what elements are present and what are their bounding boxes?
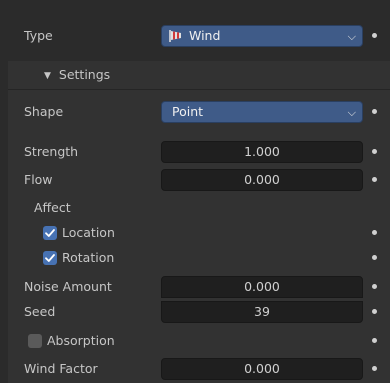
animate-property-dot[interactable] [372,149,377,154]
absorption-checkbox[interactable] [28,334,42,348]
wind-factor-row: Wind Factor 0.000 [0,358,390,380]
shape-dropdown[interactable]: Point ⌵ [161,101,363,123]
location-checkbox[interactable] [43,226,57,240]
location-label: Location [62,225,115,240]
type-row: Type Wind ⌵ [0,25,390,47]
animate-property-dot[interactable] [372,284,377,289]
chevron-down-icon: ⌵ [347,106,356,119]
force-field-panel: Type Wind ⌵ ▼ Settings Shape Point ⌵ Str… [0,0,390,383]
strength-label: Strength [24,144,79,159]
checkmark-icon [45,229,55,237]
location-row[interactable]: Location [0,222,390,244]
type-dropdown[interactable]: Wind ⌵ [161,25,363,47]
flow-field[interactable]: 0.000 [161,169,363,191]
animate-property-dot[interactable] [372,309,377,314]
animate-property-dot[interactable] [372,109,377,114]
affect-label: Affect [34,200,71,215]
shape-label: Shape [24,104,64,119]
animate-property-dot[interactable] [372,177,377,182]
rotation-checkbox[interactable] [43,251,57,265]
strength-field[interactable]: 1.000 [161,141,363,163]
checkmark-icon [45,254,55,262]
shape-value: Point [172,104,204,119]
seed-row: Seed 39 [0,301,390,323]
noise-amount-field[interactable]: 0.000 [161,276,363,298]
noise-amount-row: Noise Amount 0.000 [0,276,390,298]
flow-row: Flow 0.000 [0,169,390,191]
wind-factor-label: Wind Factor [24,361,98,376]
seed-field[interactable]: 39 [161,301,363,323]
type-label: Type [24,28,53,43]
absorption-row[interactable]: Absorption [0,330,390,352]
rotation-label: Rotation [62,250,115,265]
shape-row: Shape Point ⌵ [0,101,390,123]
settings-header[interactable]: ▼ Settings [0,64,390,86]
rotation-row[interactable]: Rotation [0,247,390,269]
affect-row: Affect [0,197,390,219]
absorption-label: Absorption [47,333,115,348]
animate-property-dot[interactable] [372,230,377,235]
disclosure-triangle-down-icon: ▼ [44,71,51,81]
settings-label: Settings [58,67,111,82]
animate-property-dot[interactable] [372,255,377,260]
animate-property-dot[interactable] [372,366,377,371]
type-value: Wind [189,28,221,43]
strength-row: Strength 1.000 [0,141,390,163]
animate-property-dot[interactable] [372,33,377,38]
wind-factor-field[interactable]: 0.000 [161,358,363,380]
wind-force-icon [169,30,181,42]
settings-divider [8,89,390,90]
animate-property-dot[interactable] [372,338,377,343]
seed-label: Seed [24,304,56,319]
flow-label: Flow [24,172,53,187]
chevron-down-icon: ⌵ [347,30,356,43]
noise-amount-label: Noise Amount [24,279,112,294]
